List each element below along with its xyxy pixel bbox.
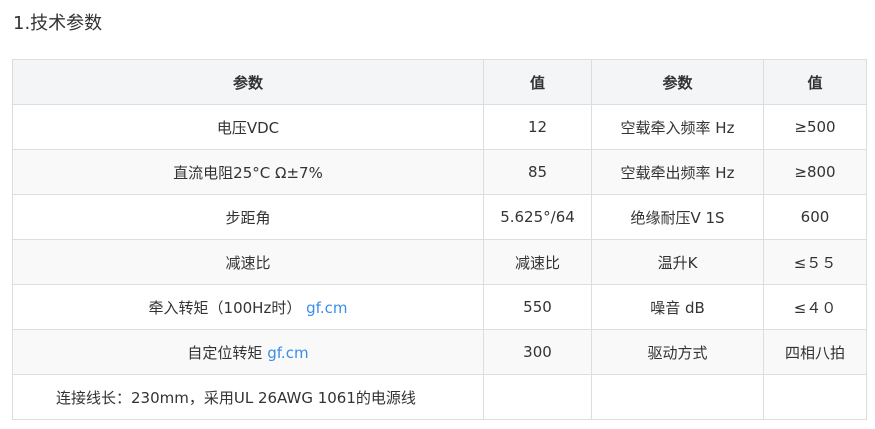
param-cell: 空载牵出频率 Hz — [591, 149, 764, 195]
table-header-row: 参数 值 参数 值 — [12, 59, 867, 105]
param-label: 自定位转矩 — [187, 343, 263, 362]
param-cell: 空载牵入频率 Hz — [591, 104, 764, 150]
table-row: 减速比 减速比 温升K ≤５５ — [12, 239, 867, 285]
table-row: 电压VDC 12 空载牵入频率 Hz ≥500 — [12, 104, 867, 150]
unit-link[interactable]: gf.cm — [306, 299, 347, 317]
table-row: 直流电阻25°C Ω±7% 85 空载牵出频率 Hz ≥800 — [12, 149, 867, 195]
param-cell: 绝缘耐压V 1S — [591, 194, 764, 240]
value-cell: ≥500 — [763, 104, 867, 150]
header-value-2: 值 — [763, 59, 867, 105]
value-cell — [763, 374, 867, 420]
table-row: 步距角 5.625°/64 绝缘耐压V 1S 600 — [12, 194, 867, 240]
value-cell: ≤５５ — [763, 239, 867, 285]
value-cell: 四相八拍 — [763, 329, 867, 375]
param-cell: 噪音 dB — [591, 284, 764, 330]
table-row: 牵入转矩（100Hz时） gf.cm 550 噪音 dB ≤４０ — [12, 284, 867, 330]
value-cell: 12 — [483, 104, 592, 150]
value-cell: 85 — [483, 149, 592, 195]
header-param-1: 参数 — [12, 59, 484, 105]
param-cell: 自定位转矩 gf.cm — [12, 329, 484, 375]
header-param-2: 参数 — [591, 59, 764, 105]
value-cell: 300 — [483, 329, 592, 375]
section-title: 1.技术参数 — [13, 13, 103, 34]
table-row: 连接线长：230mm，采用UL 26AWG 1061的电源线 — [12, 374, 867, 420]
param-cell: 连接线长：230mm，采用UL 26AWG 1061的电源线 — [12, 374, 484, 420]
param-cell: 温升K — [591, 239, 764, 285]
param-cell — [591, 374, 764, 420]
value-cell: 减速比 — [483, 239, 592, 285]
param-cell: 驱动方式 — [591, 329, 764, 375]
value-cell: 600 — [763, 194, 867, 240]
value-cell — [483, 374, 592, 420]
unit-link[interactable]: gf.cm — [267, 344, 308, 362]
tech-params-table: 参数 值 参数 值 电压VDC 12 空载牵入频率 Hz ≥500 直流电阻25… — [12, 59, 867, 420]
value-cell: ≤４０ — [763, 284, 867, 330]
param-cell: 直流电阻25°C Ω±7% — [12, 149, 484, 195]
value-cell: 5.625°/64 — [483, 194, 592, 240]
param-cell: 步距角 — [12, 194, 484, 240]
header-value-1: 值 — [483, 59, 592, 105]
table-row: 自定位转矩 gf.cm 300 驱动方式 四相八拍 — [12, 329, 867, 375]
param-cell: 牵入转矩（100Hz时） gf.cm — [12, 284, 484, 330]
value-cell: 550 — [483, 284, 592, 330]
value-cell: ≥800 — [763, 149, 867, 195]
param-cell: 减速比 — [12, 239, 484, 285]
param-cell: 电压VDC — [12, 104, 484, 150]
param-label: 牵入转矩（100Hz时） — [148, 298, 302, 317]
